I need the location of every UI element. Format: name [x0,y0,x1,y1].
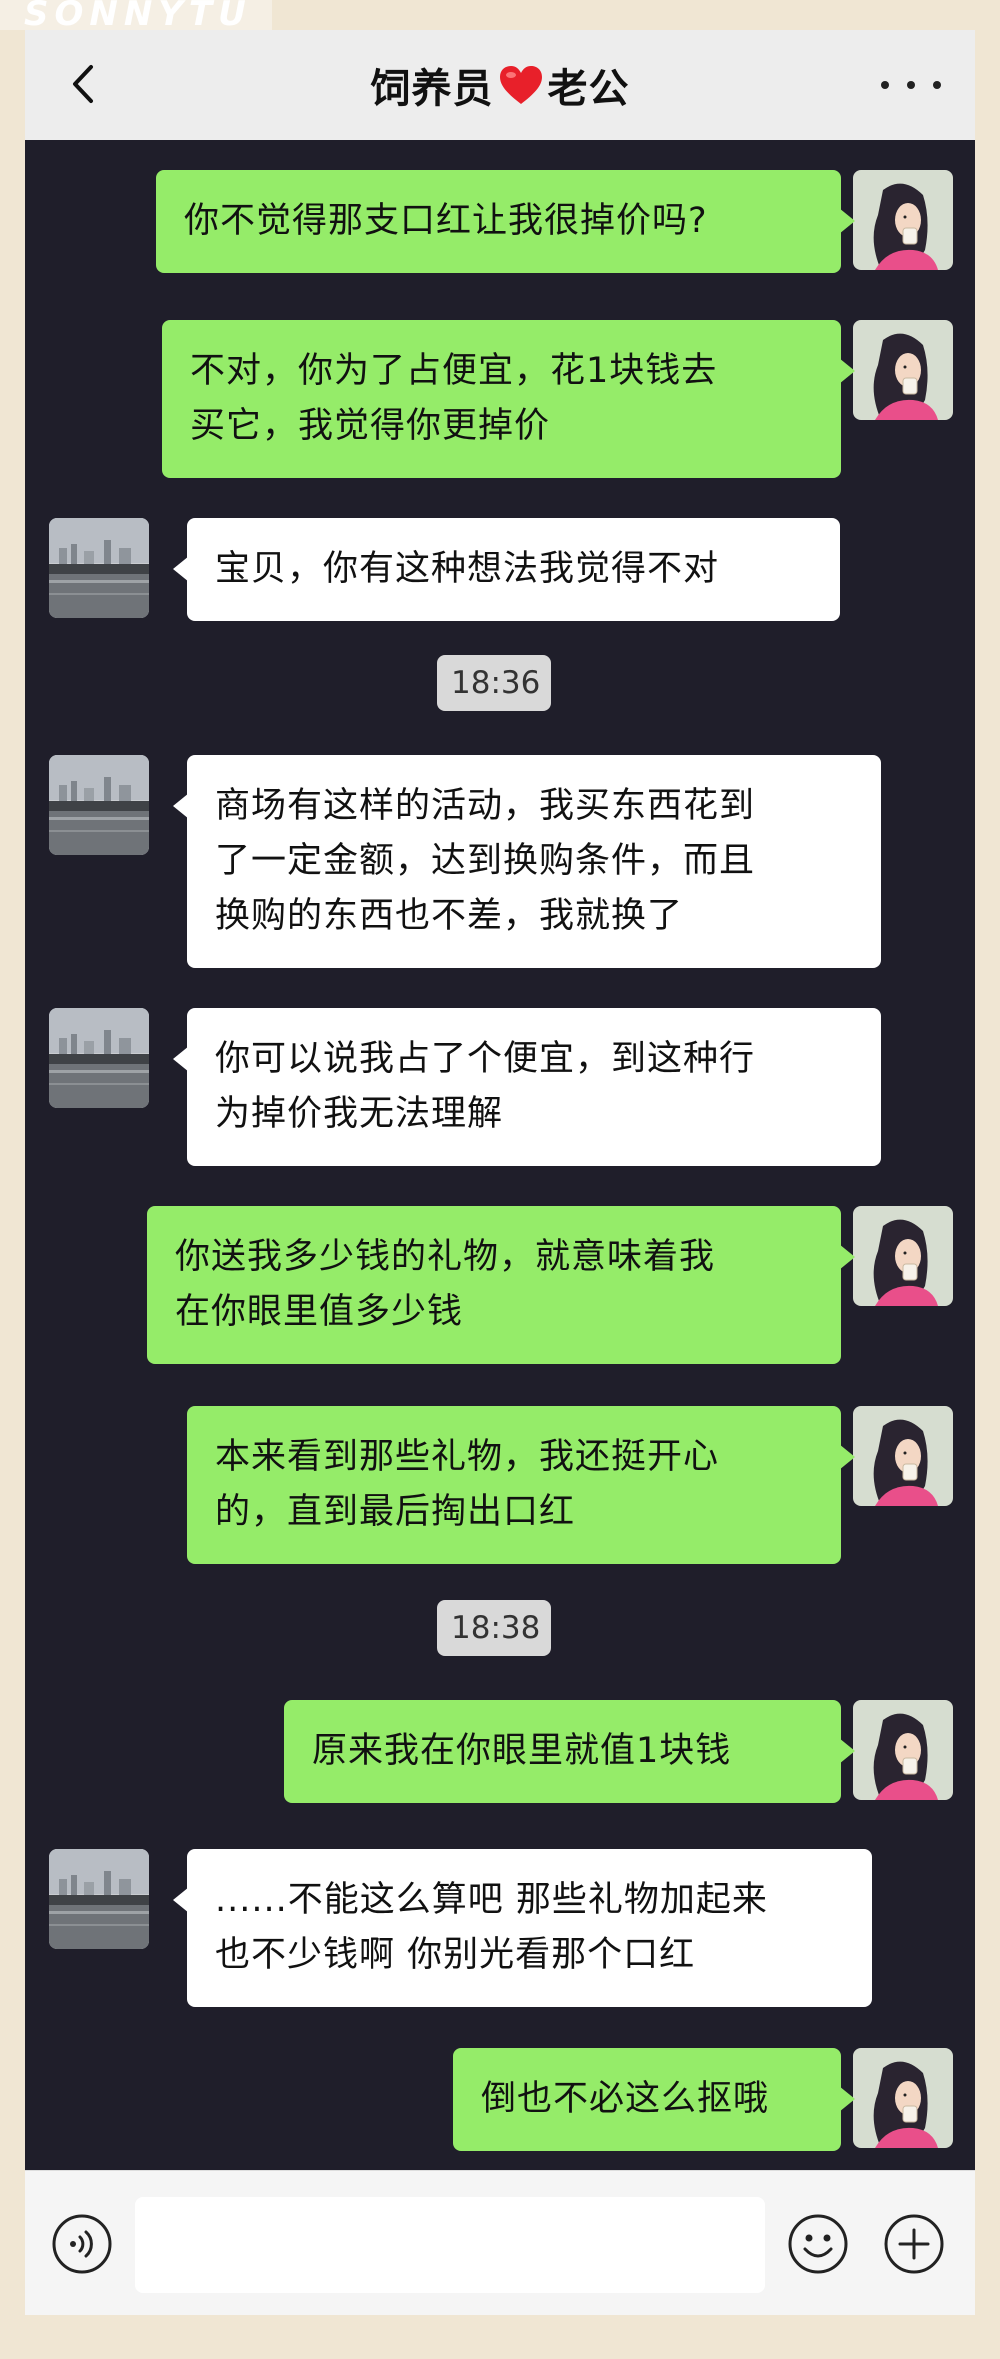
message-line: 你送我多少钱的礼物，就意味着我 [175,1237,716,1277]
message-line: 也不少钱啊 你别光看那个口红 [215,1935,696,1975]
message-line: 在你眼里值多少钱 [175,1292,464,1332]
back-button[interactable] [63,64,103,104]
message-line: 的，直到最后掏出口红 [215,1492,576,1532]
message-line: 倒也不必这么抠哦 [481,2079,770,2119]
contact-avatar[interactable] [49,518,149,618]
my-message-bubble[interactable]: 本来看到那些礼物，我还挺开心 的，直到最后掏出口红 [187,1406,855,1564]
message-line: 你可以说我占了个便宜，到这种行 [215,1039,756,1079]
more-button[interactable] [881,68,941,102]
timestamp: 18:38 [437,1600,551,1656]
red-heart-icon [498,64,544,106]
watermark-text: SONNYTU [24,0,252,28]
chevron-left-icon [73,65,93,103]
message-line: 宝贝，你有这种想法我觉得不对 [215,549,720,589]
voice-icon [52,2214,112,2274]
message-line: 为掉价我无法理解 [215,1094,504,1134]
composer-bar [25,2170,975,2315]
my-avatar[interactable] [853,320,953,420]
chat-screen: 饲养员 老公 你不觉得那支口红让我很掉价吗? 不对，你为了占便宜，花1块钱去 买它… [25,30,975,2315]
message-line: 换购的东西也不差，我就换了 [215,896,684,936]
my-message-bubble[interactable]: 原来我在你眼里就值1块钱 [284,1700,855,1803]
my-avatar[interactable] [853,170,953,270]
timestamp: 18:36 [437,655,551,711]
message-input[interactable] [135,2197,765,2293]
more-dots-icon [881,81,889,89]
contact-message-bubble[interactable]: ......不能这么算吧 那些礼物加起来 也不少钱啊 你别光看那个口红 [173,1849,872,2007]
chat-title-right: 老公 [547,66,630,112]
my-message-bubble[interactable]: 你不觉得那支口红让我很掉价吗? [156,170,855,273]
my-message-bubble[interactable]: 倒也不必这么抠哦 [453,2048,855,2151]
my-avatar[interactable] [853,1206,953,1306]
message-line: 你不觉得那支口红让我很掉价吗? [184,201,708,241]
voice-button[interactable] [51,2213,113,2275]
emoji-button[interactable] [787,2213,849,2275]
my-avatar[interactable] [853,1406,953,1506]
contact-avatar[interactable] [49,1008,149,1108]
contact-message-bubble[interactable]: 商场有这样的活动，我买东西花到 了一定金额，达到换购条件，而且 换购的东西也不差，我… [173,755,881,968]
emoji-icon [788,2214,848,2274]
chat-title-left: 饲养员 [370,66,494,112]
message-line: ......不能这么算吧 那些礼物加起来 [215,1880,768,1920]
message-line: 了一定金额，达到换购条件，而且 [215,841,756,881]
plus-button[interactable] [883,2213,945,2275]
message-line: 买它，我觉得你更掉价 [190,406,551,446]
my-avatar[interactable] [853,1700,953,1800]
contact-message-bubble[interactable]: 宝贝，你有这种想法我觉得不对 [173,518,840,621]
plus-icon [884,2214,944,2274]
message-line: 商场有这样的活动，我买东西花到 [215,786,756,826]
chat-title: 饲养员 老公 [371,56,630,114]
contact-avatar[interactable] [49,755,149,855]
contact-message-bubble[interactable]: 你可以说我占了个便宜，到这种行 为掉价我无法理解 [173,1008,881,1166]
message-line: 原来我在你眼里就值1块钱 [312,1731,732,1771]
watermark-area: SONNYTU [0,0,272,30]
my-message-bubble[interactable]: 不对，你为了占便宜，花1块钱去 买它，我觉得你更掉价 [162,320,855,478]
my-message-bubble[interactable]: 你送我多少钱的礼物，就意味着我 在你眼里值多少钱 [147,1206,855,1364]
my-avatar[interactable] [853,2048,953,2148]
chat-header: 饲养员 老公 [25,30,975,140]
contact-avatar[interactable] [49,1849,149,1949]
message-line: 不对，你为了占便宜，花1块钱去 [190,351,718,391]
message-line: 本来看到那些礼物，我还挺开心 [215,1437,720,1477]
